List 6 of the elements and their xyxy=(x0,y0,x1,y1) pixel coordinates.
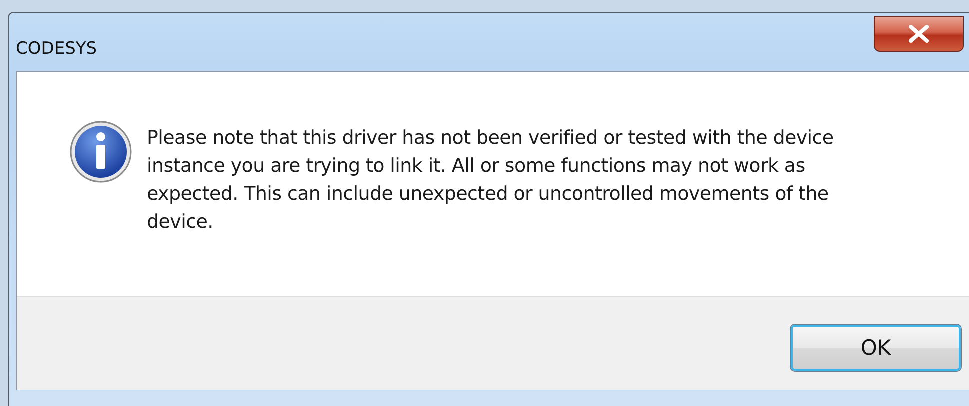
info-icon xyxy=(69,120,133,184)
close-button[interactable] xyxy=(874,16,964,52)
ok-button[interactable]: OK xyxy=(791,325,961,371)
close-icon xyxy=(908,25,930,43)
window-title: CODESYS xyxy=(16,39,98,59)
message-text: Please note that this driver has not been verified or tested with the device instance you are trying to link it. All or some functions may not work as expected. This can include unexpected or uncontrolled movements of the device. xyxy=(147,126,835,235)
